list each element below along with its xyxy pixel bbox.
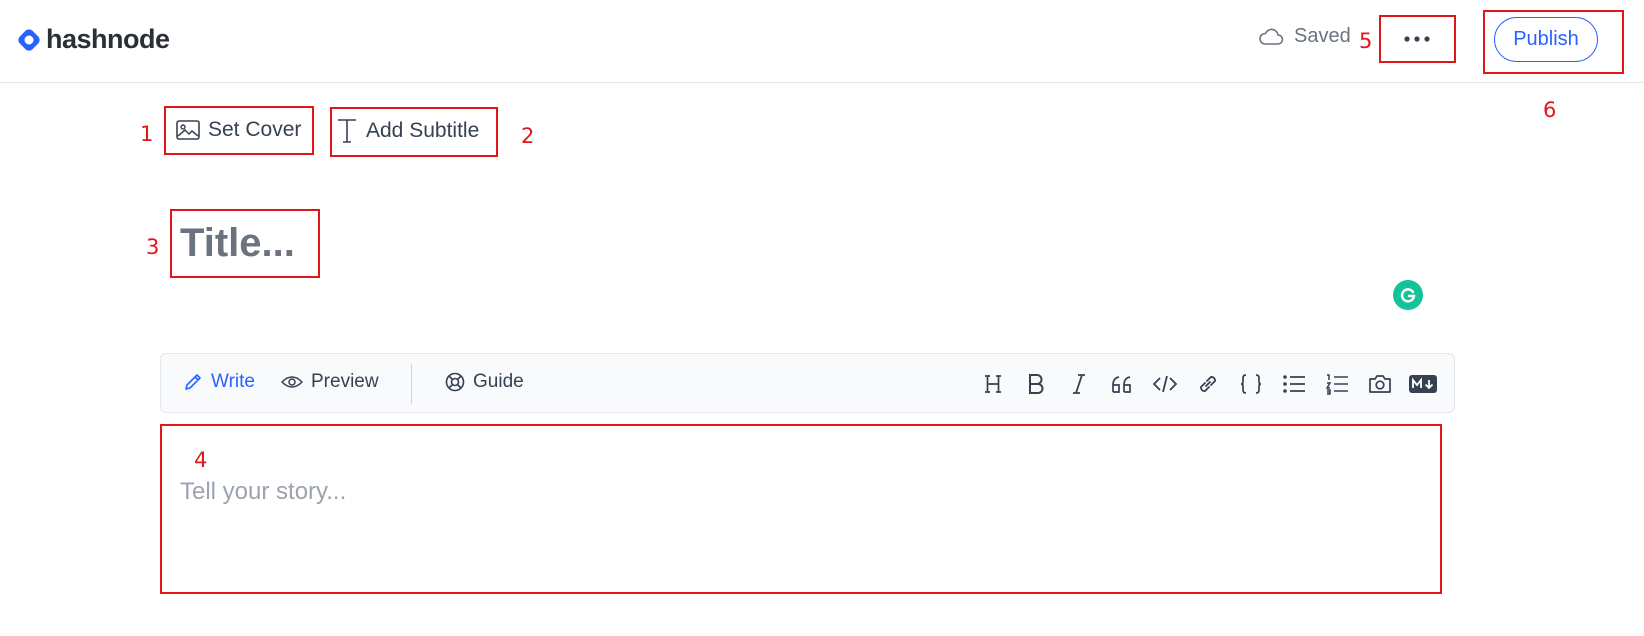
set-cover-button[interactable]: Set Cover xyxy=(176,118,302,142)
heading-icon[interactable] xyxy=(971,367,1014,401)
quote-icon[interactable] xyxy=(1100,367,1143,401)
toolbar-divider xyxy=(411,364,412,404)
editor-toolbar: Write Preview Guide xyxy=(160,353,1455,413)
add-subtitle-label: Add Subtitle xyxy=(366,119,480,142)
cloud-icon xyxy=(1259,28,1284,45)
eye-icon xyxy=(281,376,303,388)
markdown-icon[interactable] xyxy=(1401,367,1444,401)
save-status: Saved xyxy=(1258,25,1351,48)
italic-icon[interactable] xyxy=(1057,367,1100,401)
text-icon xyxy=(338,119,356,143)
annotation-marker-3: 3 xyxy=(146,235,160,259)
pencil-icon xyxy=(185,374,201,390)
set-cover-label: Set Cover xyxy=(208,118,302,141)
tab-guide[interactable]: Guide xyxy=(445,371,524,393)
bold-icon[interactable] xyxy=(1014,367,1057,401)
tab-guide-label: Guide xyxy=(473,371,524,392)
grammarly-icon[interactable] xyxy=(1393,280,1423,310)
bullet-list-icon[interactable] xyxy=(1272,367,1315,401)
link-icon[interactable] xyxy=(1186,367,1229,401)
story-editor[interactable] xyxy=(180,478,1330,558)
title-input[interactable] xyxy=(180,218,310,268)
annotation-marker-1: 1 xyxy=(140,122,154,146)
more-dots-icon xyxy=(1404,36,1430,42)
top-header: hashnode Saved Publish xyxy=(0,0,1644,83)
annotation-marker-5: 5 xyxy=(1359,29,1373,53)
saved-label: Saved xyxy=(1294,25,1351,47)
tab-write-label: Write xyxy=(211,371,255,392)
more-options-button[interactable] xyxy=(1378,15,1456,63)
code-block-icon[interactable] xyxy=(1229,367,1272,401)
annotation-marker-6: 6 xyxy=(1543,98,1557,122)
tab-write[interactable]: Write xyxy=(183,371,255,393)
logo-text: hashnode xyxy=(46,24,170,54)
hashnode-logo[interactable]: hashnode xyxy=(16,24,170,55)
format-toolbar xyxy=(971,367,1444,401)
publish-button[interactable]: Publish xyxy=(1494,17,1598,62)
grammarly-g-icon xyxy=(1400,288,1416,303)
hashnode-logo-icon xyxy=(18,28,40,51)
numbered-list-icon[interactable] xyxy=(1315,367,1358,401)
tab-preview-label: Preview xyxy=(311,371,379,392)
code-icon[interactable] xyxy=(1143,367,1186,401)
tab-preview[interactable]: Preview xyxy=(281,371,379,393)
annotation-marker-2: 2 xyxy=(521,124,535,148)
camera-icon[interactable] xyxy=(1358,367,1401,401)
annotation-marker-4: 4 xyxy=(194,448,208,472)
add-subtitle-button[interactable]: Add Subtitle xyxy=(336,118,480,144)
image-icon xyxy=(176,120,200,140)
lifebuoy-icon xyxy=(445,372,465,392)
